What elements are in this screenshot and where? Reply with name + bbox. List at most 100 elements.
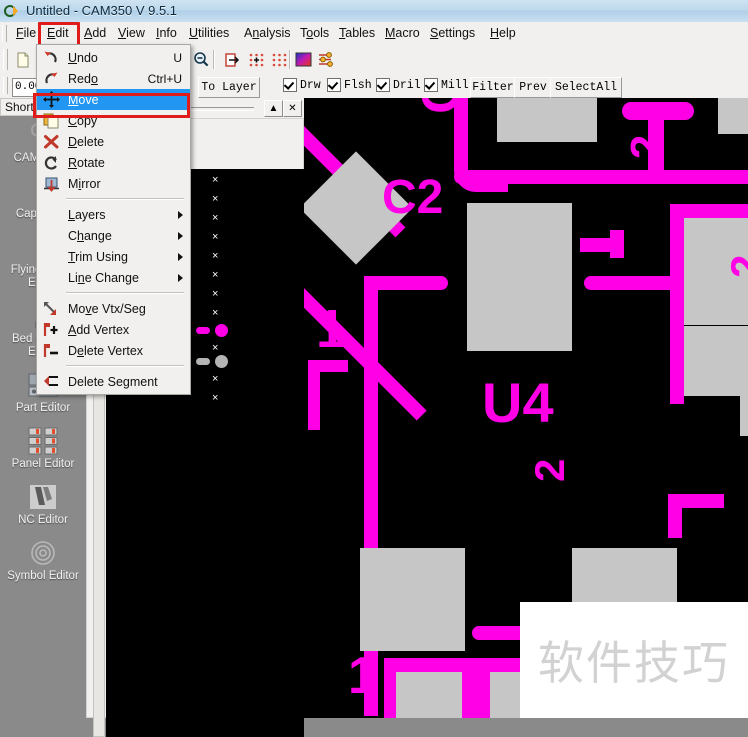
menu-file[interactable]: File	[10, 25, 42, 42]
menu-help[interactable]: Help	[484, 25, 522, 42]
menu-tables[interactable]: Tables	[333, 25, 381, 42]
filter-button[interactable]: Filter	[470, 77, 516, 98]
menu-settings[interactable]: Settings	[424, 25, 481, 42]
drill-marker: ×	[212, 175, 218, 186]
pad-top-2	[718, 98, 748, 134]
toolbar-grip-1	[3, 49, 8, 70]
pad-lower-1	[396, 672, 462, 718]
menu-item-delete-segment[interactable]: Delete Segment	[37, 371, 190, 392]
drw-checkbox-box[interactable]	[283, 78, 297, 92]
checkbox-mill[interactable]: Mill	[424, 78, 469, 92]
drill-marker: ×	[212, 289, 218, 300]
dril-checkbox-box[interactable]	[376, 78, 390, 92]
menu-utilities[interactable]: Utilities	[183, 25, 235, 42]
checkbox-flsh[interactable]: Flsh	[327, 78, 372, 92]
menu-item-delete[interactable]: Delete	[37, 131, 190, 152]
checkbox-drw[interactable]: Drw	[283, 78, 321, 92]
selectall-button[interactable]: SelectAll	[550, 77, 622, 98]
grid-coarse-button[interactable]	[268, 49, 290, 70]
menu-view[interactable]: View	[112, 25, 151, 42]
menu-separator-2	[66, 292, 184, 294]
menu-item-copy-label: Copy	[68, 114, 97, 128]
checkbox-dril[interactable]: Dril	[376, 78, 421, 92]
menu-analysis[interactable]: Analysis	[238, 25, 297, 42]
drill-marker: ×	[212, 194, 218, 205]
zoom-out-button[interactable]	[190, 49, 212, 70]
silk-label-u4: U4	[482, 370, 554, 435]
menu-item-move-label: Move	[68, 93, 99, 107]
menu-item-rotate[interactable]: Rotate	[37, 152, 190, 173]
pad-right-edge	[740, 396, 748, 436]
silk-label-2-mid: 2	[526, 459, 574, 482]
color-palette-button[interactable]	[292, 49, 314, 70]
menu-item-delete-vertex-label: Delete Vertex	[68, 344, 143, 358]
drill-marker: ×	[212, 270, 218, 281]
silk-label-2-right: 2	[722, 255, 748, 278]
menu-item-mirror[interactable]: Mirror	[37, 173, 190, 194]
mdi-close-button[interactable]: ✕	[283, 100, 302, 117]
drw-label: Drw	[300, 79, 321, 92]
mill-label: Mill	[441, 79, 469, 92]
menu-item-move[interactable]: Move	[37, 89, 190, 110]
menu-item-move-vtx-seg-label: Move Vtx/Seg	[68, 302, 146, 316]
menu-item-trim-using[interactable]: Trim Using	[37, 246, 190, 267]
menu-add[interactable]: Add	[78, 25, 112, 42]
symbol-editor-icon	[26, 538, 60, 568]
menu-item-change[interactable]: Change	[37, 225, 190, 246]
drill-marker: ×	[212, 232, 218, 243]
sidebar-item-nc-editor[interactable]: NC Editor	[0, 482, 86, 527]
prev-button[interactable]: Prev	[514, 77, 552, 98]
window-title: Untitled - CAM350 V 9.5.1	[26, 3, 177, 18]
new-file-button[interactable]	[12, 49, 34, 70]
delete-vertex-icon	[42, 342, 61, 359]
toolbar-separator-2	[213, 50, 215, 69]
pad-mid-left	[360, 548, 465, 651]
drill-marker: ×	[212, 251, 218, 262]
dril-label: Dril	[393, 79, 421, 92]
to-layer-button[interactable]: To Layer	[198, 77, 260, 98]
sidebar-label-part-editor: Part Editor	[0, 402, 86, 415]
copy-icon	[42, 112, 61, 129]
menu-item-add-vertex[interactable]: Add Vertex	[37, 319, 190, 340]
delete-segment-icon	[42, 373, 61, 390]
sidebar-label-symbol-editor: Symbol Editor	[0, 570, 86, 583]
menu-macro[interactable]: Macro	[379, 25, 426, 42]
pan-button[interactable]	[222, 49, 244, 70]
menu-tools[interactable]: Tools	[294, 25, 335, 42]
nc-editor-icon	[26, 482, 60, 512]
sidebar-item-panel-editor[interactable]: Panel Editor	[0, 426, 86, 471]
menu-edit[interactable]: Edit	[41, 25, 75, 42]
sidebar-item-symbol-editor[interactable]: Symbol Editor	[0, 538, 86, 583]
menu-item-layers[interactable]: Layers	[37, 204, 190, 225]
trace-left-cap	[364, 276, 448, 290]
drill-marker: ×	[212, 213, 218, 224]
trace-right-horiz	[670, 204, 748, 218]
trace-corner-1	[454, 134, 508, 192]
sidebar-label-nc-editor: NC Editor	[0, 514, 86, 527]
watermark-overlay: 软件技巧	[520, 602, 748, 718]
flsh-checkbox-box[interactable]	[327, 78, 341, 92]
mdi-restore-button[interactable]: ▲	[264, 100, 283, 117]
grid-fine-button[interactable]	[245, 49, 267, 70]
pad-bar-gray	[196, 358, 210, 365]
trace-left-tick-v	[308, 360, 320, 430]
menu-item-delete-vertex[interactable]: Delete Vertex	[37, 340, 190, 361]
menu-info[interactable]: Info	[150, 25, 183, 42]
menu-item-rotate-label: Rotate	[68, 156, 105, 170]
drill-marker: ×	[212, 343, 218, 354]
trace-lower-h1	[384, 658, 474, 672]
menu-item-redo[interactable]: Redo Ctrl+U	[37, 68, 190, 89]
menu-item-trim-using-label: Trim Using	[68, 250, 128, 264]
mill-checkbox-box[interactable]	[424, 78, 438, 92]
silk-label-c2: C2	[382, 170, 443, 225]
menu-item-copy[interactable]: Copy	[37, 110, 190, 131]
silk-label-l2: L2	[622, 135, 672, 186]
menu-item-move-vtx-seg[interactable]: Move Vtx/Seg	[37, 298, 190, 319]
layer-settings-button[interactable]	[315, 49, 337, 70]
menubar-grip	[2, 25, 7, 42]
menu-item-undo[interactable]: Undo U	[37, 47, 190, 68]
menu-item-line-change[interactable]: Line Change	[37, 267, 190, 288]
menu-item-undo-label: Undo	[68, 51, 98, 65]
rotate-icon	[42, 154, 61, 171]
trace-midright-h	[668, 494, 724, 508]
